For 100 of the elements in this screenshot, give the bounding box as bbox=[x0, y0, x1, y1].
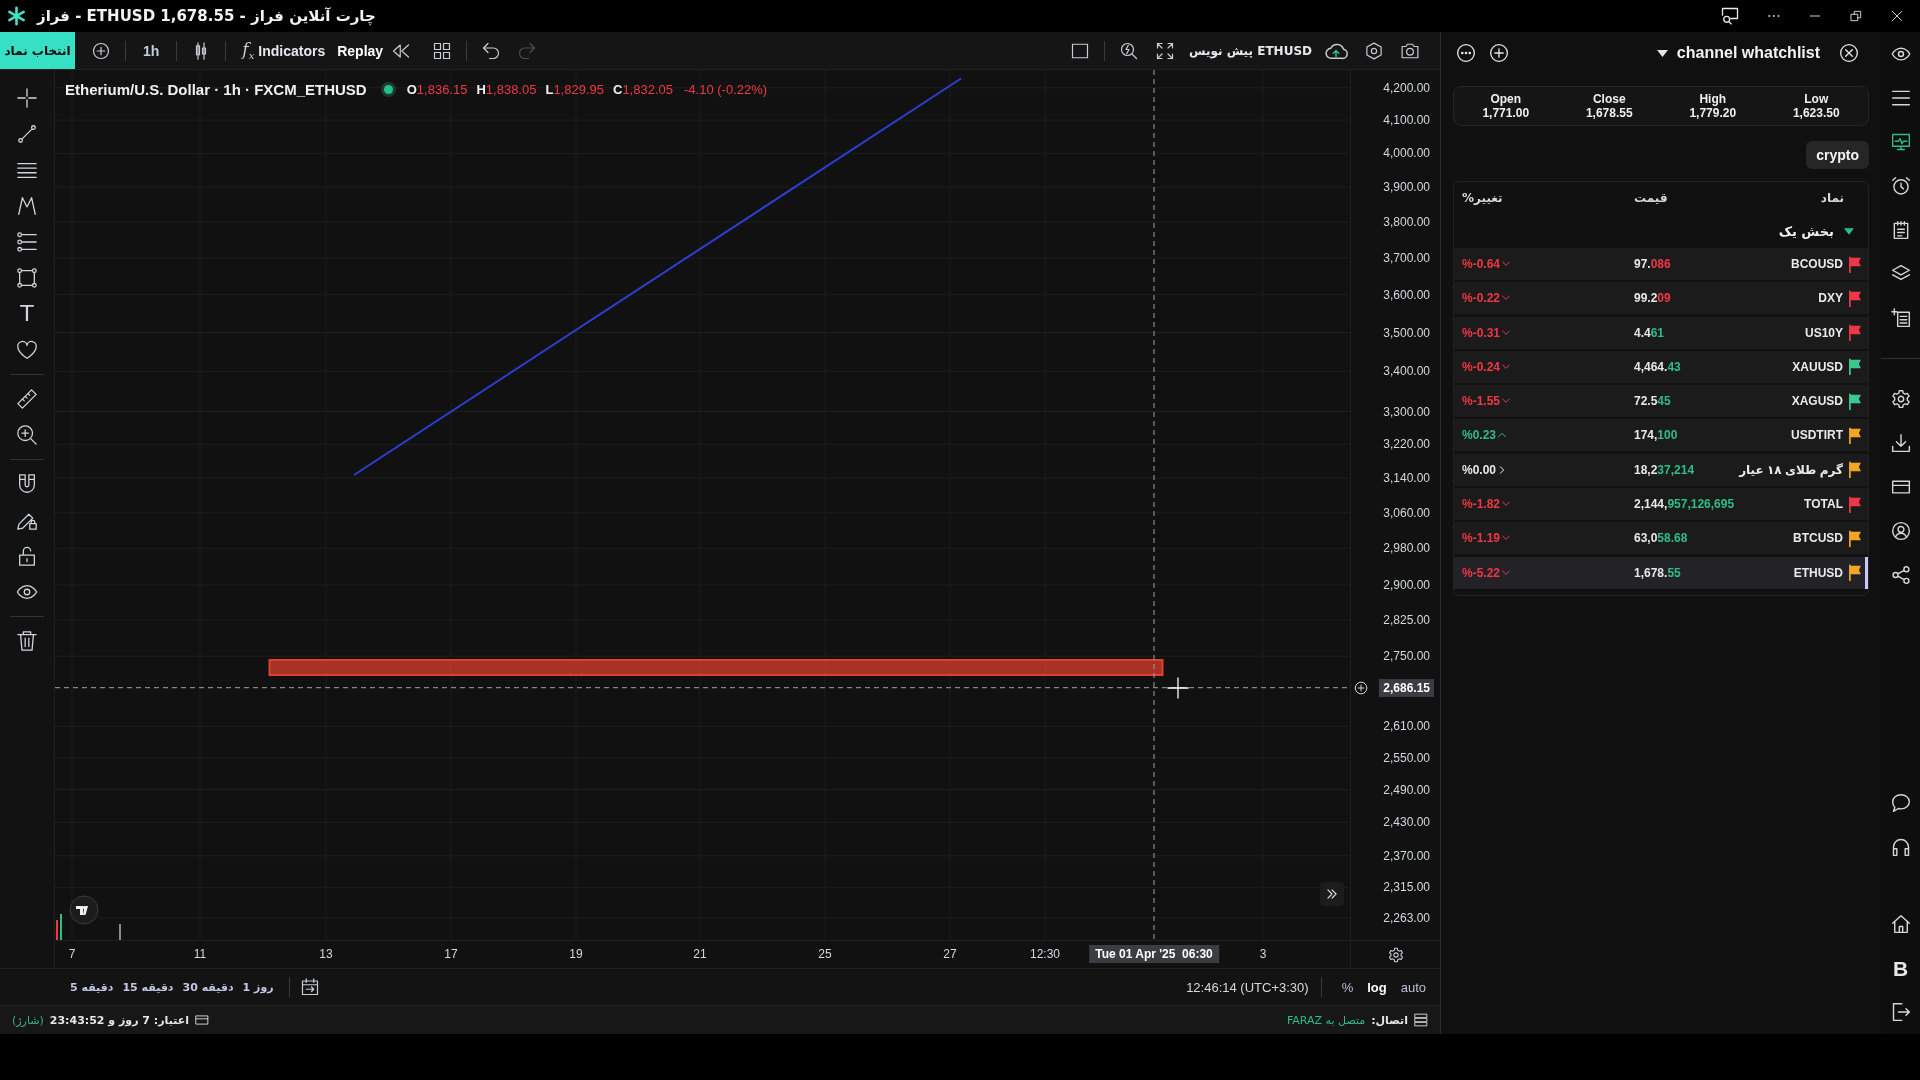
calendar-icon[interactable] bbox=[300, 978, 319, 996]
chevron-down-icon bbox=[1502, 328, 1511, 337]
chevron-right-icon bbox=[1498, 465, 1507, 474]
price-axis-label: 3,800.00 bbox=[1383, 214, 1430, 231]
watchlist-row[interactable]: %0.23 174,100 USDTIRT bbox=[1454, 419, 1868, 452]
watchlist-row[interactable]: %-1.19 63,058.68 BTCUSD bbox=[1454, 522, 1868, 555]
symbol-cell-text: TOTAL bbox=[1804, 497, 1844, 512]
crosshair-icon[interactable] bbox=[16, 87, 38, 109]
indicators-button[interactable]: Indicators bbox=[258, 42, 326, 59]
exit-icon[interactable] bbox=[1890, 1002, 1911, 1022]
user-icon[interactable] bbox=[1890, 521, 1911, 541]
letter-b-button[interactable]: B bbox=[1892, 957, 1909, 979]
download-icon[interactable] bbox=[1890, 433, 1911, 453]
function-symbol: f$_{x}$ bbox=[242, 39, 255, 62]
watchlist-tab[interactable]: crypto bbox=[1806, 141, 1869, 169]
asterisk-logo-icon bbox=[8, 7, 25, 25]
watchlist-title-dropdown[interactable]: channel whatchlist bbox=[1676, 44, 1820, 62]
ruler-icon[interactable] bbox=[16, 388, 38, 410]
magnet-icon[interactable] bbox=[16, 473, 38, 495]
change-cell: %0.23 bbox=[1462, 428, 1497, 443]
timeframe-button[interactable]: 1 روز bbox=[242, 980, 274, 994]
settings-icon[interactable] bbox=[1387, 946, 1404, 963]
camera-icon[interactable] bbox=[1401, 41, 1419, 60]
change-cell: %-1.19 bbox=[1462, 531, 1501, 546]
text-tool[interactable]: T bbox=[20, 303, 34, 325]
server-icon bbox=[1414, 1013, 1428, 1027]
restore-icon[interactable] bbox=[1849, 9, 1863, 23]
chevron-down-icon bbox=[1502, 568, 1511, 577]
fullscreen-icon[interactable] bbox=[1156, 41, 1174, 60]
square-icon[interactable] bbox=[1071, 41, 1089, 60]
scale-button[interactable]: auto bbox=[1400, 979, 1426, 995]
watchlist-row[interactable]: %-0.22 99.209 DXY bbox=[1454, 282, 1868, 315]
change-cell: %-5.22 bbox=[1462, 565, 1501, 580]
chevron-down-icon bbox=[1502, 500, 1511, 509]
grid-icon[interactable] bbox=[433, 41, 452, 60]
rewind-icon[interactable] bbox=[392, 41, 411, 60]
window-title: چارت آنلاین فراز - ETHUSD 1,678.55 - فراز bbox=[37, 7, 376, 25]
cloud-upload-icon[interactable] bbox=[1325, 41, 1347, 60]
caret-down-icon[interactable] bbox=[1656, 49, 1668, 57]
home-icon[interactable] bbox=[1890, 914, 1911, 934]
price-cell: 1,678.55 bbox=[1634, 565, 1681, 580]
price-axis-label: 3,400.00 bbox=[1383, 363, 1430, 380]
price-cell: 72.545 bbox=[1634, 394, 1671, 409]
symbol-search-button[interactable]: انتخاب نماد bbox=[0, 32, 75, 69]
search-bolt-icon[interactable] bbox=[1120, 41, 1138, 60]
price-axis-label: 2,550.00 bbox=[1383, 749, 1430, 766]
time-axis-label: 25 bbox=[818, 947, 832, 961]
group-toggle[interactable]: بخش یک bbox=[1778, 223, 1854, 239]
chevron-up-icon bbox=[1498, 431, 1507, 440]
price-axis-label: 2,490.00 bbox=[1383, 781, 1430, 798]
watchlist-row[interactable]: %-1.55 72.545 XAGUSD bbox=[1454, 385, 1868, 418]
price-axis-label: 2,263.00 bbox=[1383, 909, 1430, 926]
hexagon-settings-icon[interactable] bbox=[1365, 41, 1383, 60]
trash-icon[interactable] bbox=[16, 630, 38, 652]
undo-icon[interactable] bbox=[482, 41, 501, 60]
price-axis-label: 2,980.00 bbox=[1383, 540, 1430, 557]
price-axis-label: 4,100.00 bbox=[1383, 112, 1430, 129]
card-icon[interactable] bbox=[1890, 477, 1911, 497]
heart-icon[interactable] bbox=[16, 339, 38, 361]
change-cell: %-0.22 bbox=[1462, 291, 1501, 306]
symbol-cell-text: XAUUSD bbox=[1792, 359, 1844, 374]
time-axis-label: 21 bbox=[693, 947, 707, 961]
crosshair-time-label: Tue 01 Apr '25 06:30 bbox=[1089, 945, 1219, 963]
stat-label: High bbox=[1699, 92, 1727, 106]
add-list-icon[interactable] bbox=[1890, 308, 1911, 328]
menu-icon[interactable] bbox=[1890, 88, 1911, 108]
stat-label: Close bbox=[1592, 92, 1626, 106]
share-icon[interactable] bbox=[1890, 565, 1911, 585]
change-cell: %-0.31 bbox=[1462, 325, 1501, 340]
price-axis-label: 4,200.00 bbox=[1383, 79, 1430, 96]
watchlist-row[interactable]: %-0.64 97.086 BCOUSD bbox=[1454, 248, 1868, 280]
zoom-in-icon[interactable] bbox=[16, 424, 38, 446]
level-lines-icon[interactable] bbox=[16, 231, 38, 253]
interval-button[interactable]: 1h bbox=[143, 42, 160, 59]
price-axis-label: 3,900.00 bbox=[1383, 179, 1430, 196]
zigzag-nodes-icon[interactable] bbox=[16, 195, 38, 217]
watchlist-row[interactable]: %-0.24 4,464.43 XAUUSD bbox=[1454, 350, 1868, 383]
symbol-cell-text: BCOUSD bbox=[1791, 257, 1844, 271]
ohlc-value: 1,838.05 bbox=[485, 82, 537, 97]
scale-button[interactable]: log bbox=[1367, 979, 1387, 995]
screen-search-icon[interactable] bbox=[1720, 6, 1740, 26]
headset-icon[interactable] bbox=[1890, 837, 1911, 857]
watchlist-row[interactable]: %-1.82 2,144,957,126,695 TOTAL bbox=[1454, 488, 1868, 521]
scale-button[interactable]: % bbox=[1341, 979, 1354, 995]
timeframe-button[interactable]: 30 دقیقه bbox=[182, 980, 234, 994]
chat-bubble-icon[interactable] bbox=[1890, 793, 1911, 813]
padlock-icon[interactable] bbox=[16, 545, 38, 567]
stat-value: 1,779.20 bbox=[1689, 106, 1737, 120]
close-icon[interactable] bbox=[1890, 9, 1904, 23]
trend-line-icon[interactable] bbox=[16, 123, 38, 145]
replay-button[interactable]: Replay bbox=[337, 42, 384, 59]
monitor-pulse-icon[interactable] bbox=[1890, 132, 1911, 152]
alarm-clock-icon[interactable] bbox=[1890, 176, 1911, 196]
watchlist-row[interactable]: %-0.31 4.461 US10Y bbox=[1454, 316, 1868, 349]
watchlist-row[interactable]: %-5.22 1,678.55 ETHUSD bbox=[1454, 556, 1868, 589]
settings-icon[interactable] bbox=[1890, 389, 1911, 409]
credit-note: (شارژ) bbox=[12, 1013, 44, 1027]
logo-badge-icon[interactable] bbox=[69, 895, 99, 925]
layout-name-button[interactable]: ETHUSD پیش نویس bbox=[1189, 43, 1312, 58]
scroll-right-icon[interactable] bbox=[1320, 882, 1344, 906]
